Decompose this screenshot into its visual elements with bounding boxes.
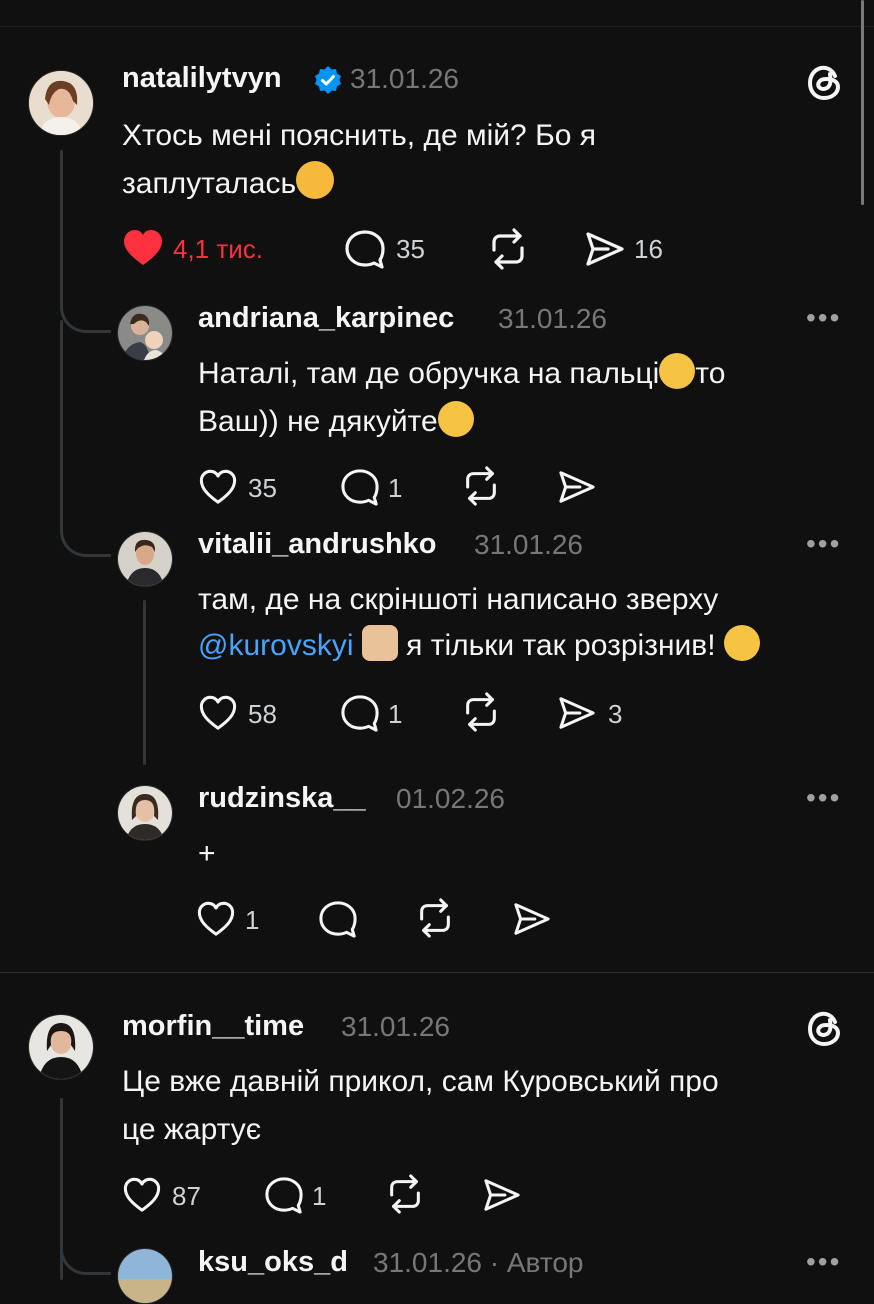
avatar[interactable] xyxy=(28,1014,94,1080)
heart-icon[interactable] xyxy=(122,1176,162,1214)
verified-badge-icon xyxy=(313,65,343,95)
repost-icon[interactable] xyxy=(460,466,502,506)
post-date: 31.01.26 xyxy=(341,1011,450,1042)
reply-count: 1 xyxy=(388,699,403,729)
tears-of-joy-emoji-icon xyxy=(723,625,760,661)
repost-icon[interactable] xyxy=(384,1174,426,1214)
comment-date: 31.01.26 xyxy=(474,529,583,560)
threads-logo-icon[interactable] xyxy=(804,62,846,104)
thread-connector xyxy=(60,524,111,557)
thread-connector xyxy=(60,300,111,333)
thread-line xyxy=(143,600,146,765)
comment-date: 31.01.26 xyxy=(498,303,607,334)
comment-bubble-icon[interactable] xyxy=(318,900,358,938)
reply-count: 35 xyxy=(396,234,425,264)
post-date: 31.01.26 xyxy=(350,63,459,94)
weary-face-emoji-icon xyxy=(296,161,335,199)
send-icon[interactable] xyxy=(584,230,626,268)
like-count: 4,1 тис. xyxy=(173,234,264,264)
comment-bubble-icon[interactable] xyxy=(340,694,380,732)
like-count: 1 xyxy=(245,905,260,935)
post-text-line-2: це жартує xyxy=(122,1113,262,1146)
raising-hands-emoji-icon xyxy=(361,625,398,661)
repost-icon[interactable] xyxy=(460,692,502,732)
top-divider xyxy=(0,26,874,27)
post-text-line-1: Це вже давній прикол, сам Куровський про xyxy=(122,1065,719,1098)
heart-icon[interactable] xyxy=(198,694,238,732)
comment-meta: 31.01.26 · Автор xyxy=(373,1247,584,1278)
avatar[interactable] xyxy=(117,785,173,841)
author-username[interactable]: natalilytvyn xyxy=(122,62,282,95)
send-icon[interactable] xyxy=(482,1177,522,1213)
send-icon[interactable] xyxy=(512,901,552,937)
comment-text-line-2: Ваш)) не дякуйте xyxy=(198,398,474,446)
more-options-icon[interactable]: ••• xyxy=(806,302,841,334)
comment-username[interactable]: rudzinska__ xyxy=(198,782,366,815)
reply-count: 1 xyxy=(312,1181,327,1211)
share-count: 3 xyxy=(608,699,623,729)
like-count: 35 xyxy=(248,473,277,503)
avatar[interactable] xyxy=(117,531,173,587)
repost-icon[interactable] xyxy=(414,898,456,938)
heart-icon[interactable] xyxy=(198,468,238,506)
share-count: 16 xyxy=(634,234,663,264)
avatar[interactable] xyxy=(28,70,94,136)
thread-line xyxy=(60,320,63,530)
author-username[interactable]: morfin__time xyxy=(122,1010,304,1043)
post-text-line-1: Хтось мені пояснить, де мій? Бо я xyxy=(122,119,597,152)
avatar[interactable] xyxy=(117,305,173,361)
comment-username[interactable]: vitalii_andrushko xyxy=(198,528,437,561)
send-icon[interactable] xyxy=(557,469,597,505)
thread-divider xyxy=(0,972,874,973)
heart-icon[interactable] xyxy=(196,900,236,938)
like-count: 87 xyxy=(172,1181,201,1211)
comment-text: + xyxy=(198,837,216,870)
winking-face-emoji-icon xyxy=(437,401,474,437)
more-options-icon[interactable]: ••• xyxy=(806,528,841,560)
repost-icon[interactable] xyxy=(486,228,530,270)
comment-username[interactable]: andriana_karpinec xyxy=(198,302,454,335)
mention-link[interactable]: @kurovskyi xyxy=(198,629,353,662)
post-text-line-2: заплуталась xyxy=(122,160,335,208)
comment-bubble-icon[interactable] xyxy=(344,229,386,269)
comment-bubble-icon[interactable] xyxy=(264,1176,304,1214)
more-options-icon[interactable]: ••• xyxy=(806,1246,841,1278)
reply-count: 1 xyxy=(388,473,403,503)
comment-text-line-1: там, де на скріншоті написано зверху xyxy=(198,583,719,616)
scrollbar[interactable] xyxy=(861,0,864,205)
avatar[interactable] xyxy=(117,1248,173,1304)
thread-line xyxy=(60,150,63,310)
comment-text-line-2: @kurovskyi я тільки так розрізнив! xyxy=(198,622,760,670)
send-icon[interactable] xyxy=(557,695,597,731)
like-count: 58 xyxy=(248,699,277,729)
grinning-face-emoji-icon xyxy=(659,353,696,389)
comment-bubble-icon[interactable] xyxy=(340,468,380,506)
heart-icon[interactable] xyxy=(122,228,164,268)
thread-connector xyxy=(60,1242,111,1275)
threads-logo-icon[interactable] xyxy=(804,1008,846,1050)
comment-text-line-1: Наталі, там де обручка на пальці то xyxy=(198,350,725,398)
comment-username[interactable]: ksu_oks_d xyxy=(198,1246,348,1279)
more-options-icon[interactable]: ••• xyxy=(806,782,841,814)
comment-date: 01.02.26 xyxy=(396,783,505,814)
